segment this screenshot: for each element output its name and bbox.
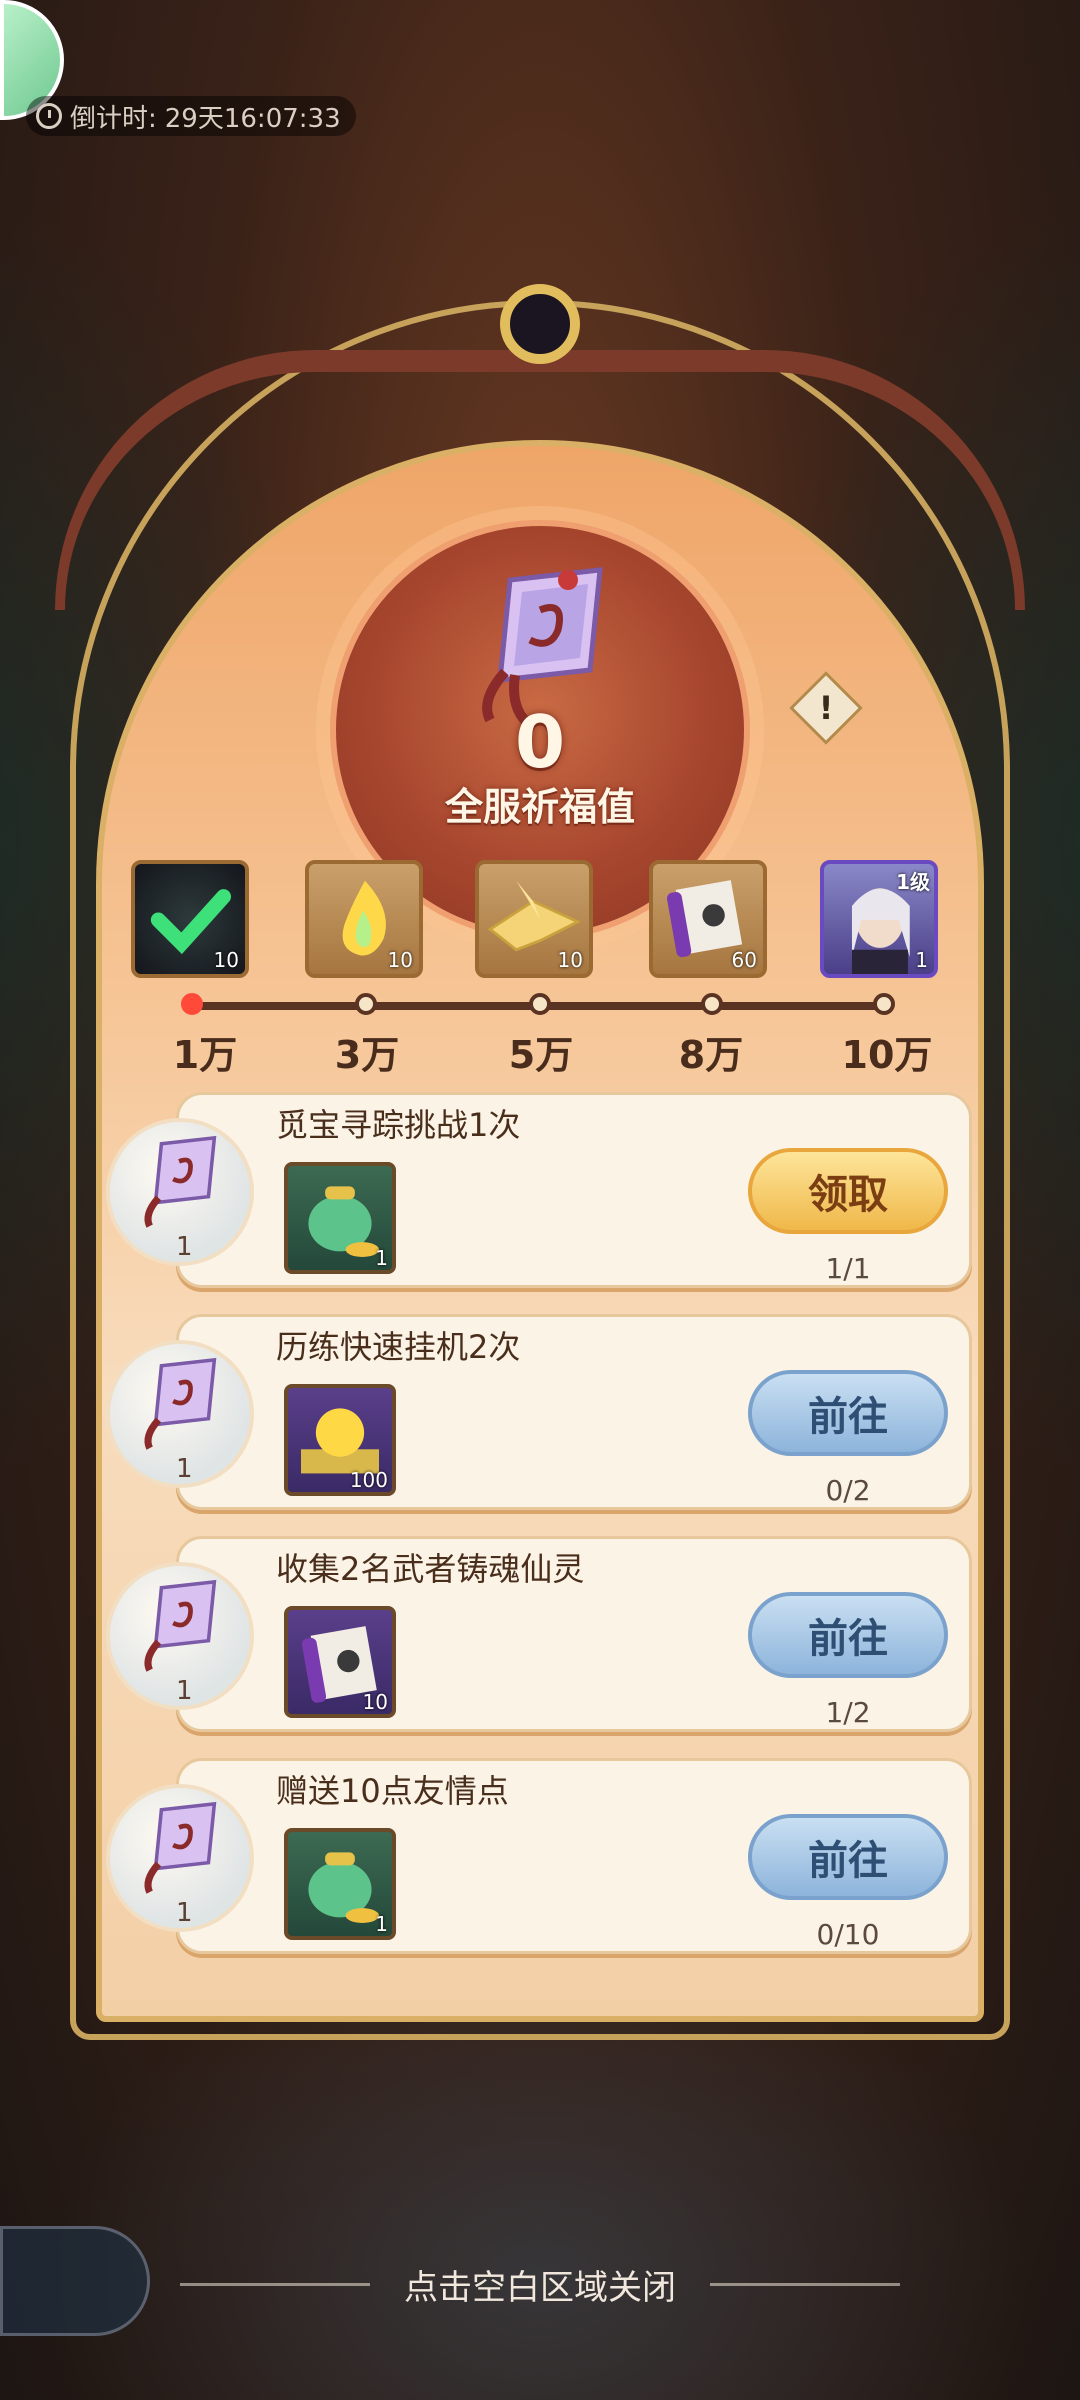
reward-qty: 1 (375, 1246, 388, 1270)
task-row: 1 收集2名武者铸魂仙灵 10 前往 1/2 (106, 1536, 972, 1732)
blessing-value: 0 (514, 700, 566, 784)
blessing-label: 全服祈福值 (444, 785, 635, 829)
badge-qty: 1 (176, 1676, 193, 1706)
milestone-reward-3[interactable]: 10 (475, 860, 593, 978)
milestone-dot (181, 993, 203, 1015)
task-title: 历练快速挂机2次 (276, 1328, 521, 1366)
task-progress: 0/2 (825, 1474, 871, 1507)
milestone-dot (355, 993, 377, 1015)
reward-item[interactable]: 1 (284, 1828, 396, 1940)
close-hint[interactable]: 点击空白区域关闭 (0, 2260, 1080, 2309)
task-row: 1 赠送10点友情点 1 前往 0/10 (106, 1758, 972, 1954)
moon-ornament (500, 284, 580, 364)
reward-item[interactable]: 100 (284, 1384, 396, 1496)
milestone-qty: 10 (213, 948, 239, 972)
task-progress: 1/1 (825, 1252, 871, 1285)
go-button[interactable]: 前往 (748, 1814, 948, 1900)
milestone-track: 10 10 10 60 1级 1 1万 3万 5万 8万 10万 (0, 860, 1080, 1080)
reward-item[interactable]: 10 (284, 1606, 396, 1718)
talisman-icon (144, 1801, 217, 1894)
talisman-icon (144, 1135, 217, 1228)
task-reward-badge: 1 (106, 1340, 254, 1488)
badge-qty: 1 (176, 1898, 193, 1928)
reward-qty: 10 (362, 1690, 388, 1714)
go-button[interactable]: 前往 (748, 1370, 948, 1456)
countdown-timer: 倒计时: 29天16:07:33 (26, 96, 356, 136)
countdown-value: 29天16:07:33 (164, 103, 341, 134)
claim-button[interactable]: 领取 (748, 1148, 948, 1234)
badge-qty: 1 (176, 1454, 193, 1484)
milestone-dot (701, 993, 723, 1015)
task-reward-badge: 1 (106, 1784, 254, 1932)
task-title: 收集2名武者铸魂仙灵 (276, 1550, 585, 1588)
milestone-dot (873, 993, 895, 1015)
task-progress: 1/2 (825, 1696, 871, 1729)
milestone-dot (529, 993, 551, 1015)
reward-qty: 100 (349, 1468, 388, 1492)
milestone-qty: 1 (915, 948, 928, 972)
task-title: 觅宝寻踪挑战1次 (276, 1106, 521, 1144)
milestone-reward-1[interactable]: 10 (131, 860, 249, 978)
milestone-threshold: 5万 (508, 1033, 574, 1077)
milestone-reward-5[interactable]: 1级 1 (820, 860, 938, 978)
talisman-icon (144, 1579, 217, 1672)
task-title: 赠送10点友情点 (276, 1772, 509, 1810)
milestone-threshold: 3万 (334, 1033, 400, 1077)
reward-item[interactable]: 1 (284, 1162, 396, 1274)
task-row: 1 历练快速挂机2次 100 前往 0/2 (106, 1314, 972, 1510)
badge-qty: 1 (176, 1232, 193, 1262)
milestone-qty: 10 (387, 948, 413, 972)
milestone-reward-4[interactable]: 60 (649, 860, 767, 978)
milestone-threshold: 8万 (678, 1033, 744, 1077)
milestone-reward-2[interactable]: 10 (305, 860, 423, 978)
go-button[interactable]: 前往 (748, 1592, 948, 1678)
task-row: 1 觅宝寻踪挑战1次 1 领取 1/1 (106, 1092, 972, 1288)
milestone-qty: 60 (731, 948, 757, 972)
exclamation-icon: ! (818, 689, 834, 727)
task-reward-badge: 1 (106, 1118, 254, 1266)
milestone-threshold: 10万 (841, 1033, 933, 1077)
milestone-level: 1级 (896, 870, 930, 894)
task-progress: 0/10 (816, 1918, 880, 1951)
clock-icon (36, 103, 62, 129)
reward-qty: 1 (375, 1912, 388, 1936)
milestone-qty: 10 (557, 948, 583, 972)
countdown-label: 倒计时: (70, 103, 157, 134)
task-reward-badge: 1 (106, 1562, 254, 1710)
milestone-threshold: 1万 (172, 1033, 238, 1077)
talisman-icon (144, 1357, 217, 1450)
